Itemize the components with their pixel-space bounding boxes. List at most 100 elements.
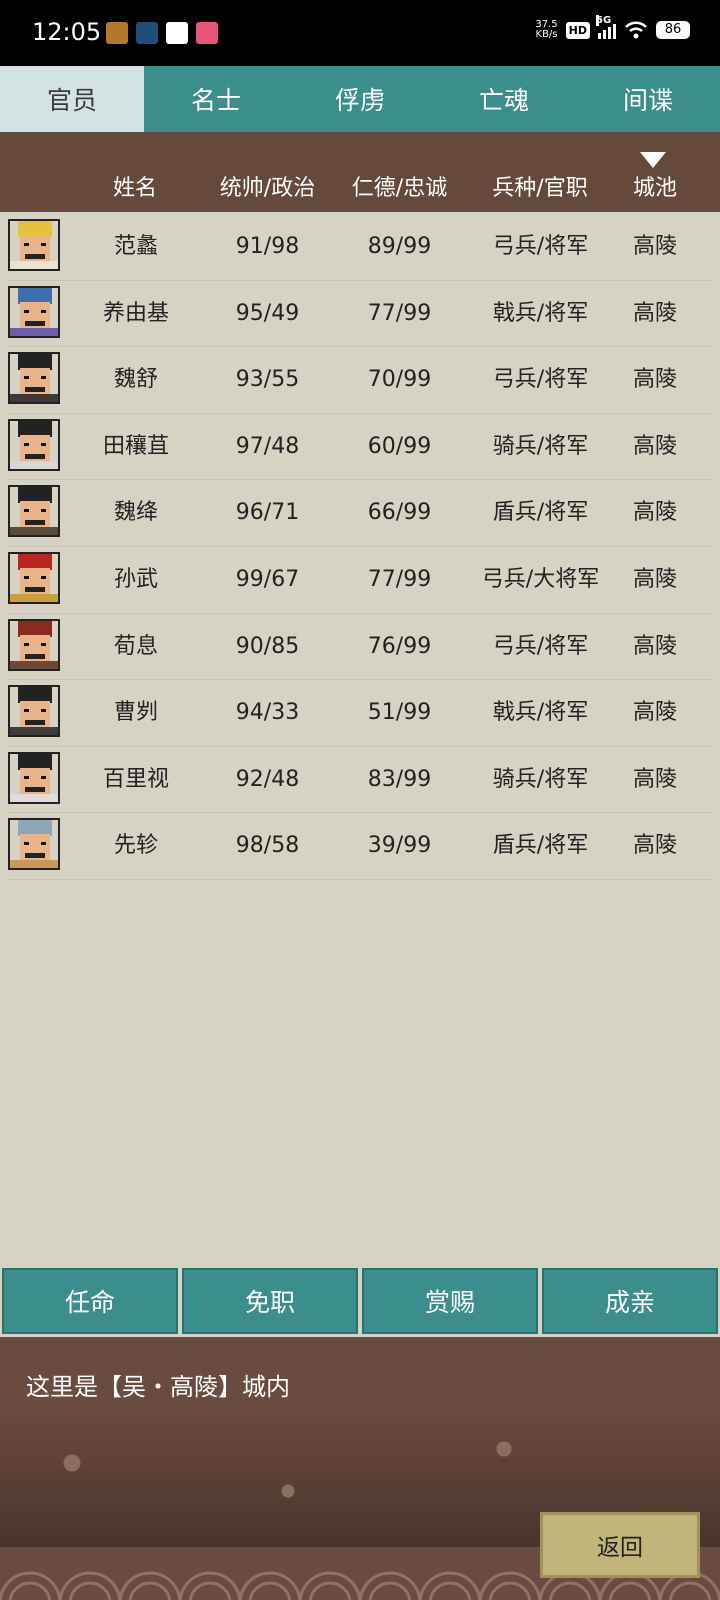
- table-header: 姓名 统帅/政治 仁德/忠诚 兵种/官职 城池: [0, 132, 720, 212]
- back-button[interactable]: 返回: [540, 1512, 700, 1578]
- portrait-eyes: [24, 775, 46, 779]
- portrait-beard: [25, 254, 45, 259]
- header-lead-pol[interactable]: 统帅/政治: [200, 170, 335, 202]
- officer-city: 高陵: [632, 566, 677, 592]
- blank-notification-icon: [166, 22, 188, 44]
- portrait-beard: [25, 720, 45, 726]
- officer-lead-pol: 92/48: [235, 766, 300, 792]
- table-row[interactable]: 先轸 98/58 39/99 盾兵/将军 高陵: [6, 813, 712, 880]
- officer-troop-rank: 骑兵/将军: [492, 433, 589, 459]
- officer-lead-pol: 97/48: [235, 433, 300, 459]
- status-time: 12:05: [32, 18, 102, 46]
- officer-name: 曹刿: [113, 700, 158, 726]
- network-speed-unit: KB/s: [535, 29, 558, 40]
- officer-troop-rank: 弓兵/将军: [492, 234, 589, 259]
- portrait-beard: [25, 320, 45, 326]
- marry-button[interactable]: 成亲: [542, 1268, 718, 1334]
- portrait-robe: [10, 660, 58, 669]
- officer-city: 高陵: [632, 766, 677, 792]
- table-row[interactable]: 魏绛 96/71 66/99 盾兵/将军 高陵: [6, 480, 712, 547]
- header-city[interactable]: 城池: [615, 170, 695, 202]
- reward-button[interactable]: 赏赐: [362, 1268, 538, 1334]
- officer-city: 高陵: [632, 367, 677, 393]
- header-virtue-loyal[interactable]: 仁德/忠诚: [332, 170, 467, 202]
- tab-prisoners[interactable]: 俘虏: [288, 66, 432, 132]
- officer-troop-rank: 戟兵/将军: [492, 700, 589, 726]
- network-type: 5G: [596, 15, 612, 26]
- officer-portrait[interactable]: [8, 485, 60, 538]
- officer-virtue-loyal: 89/99: [367, 234, 432, 259]
- portrait-beard: [25, 453, 45, 459]
- tab-scholars[interactable]: 名士: [144, 66, 288, 132]
- portrait-robe: [10, 527, 58, 536]
- table-row[interactable]: 养由基 95/49 77/99 戟兵/将军 高陵: [6, 281, 712, 348]
- table-row[interactable]: 魏舒 93/55 70/99 弓兵/将军 高陵: [6, 347, 712, 414]
- officer-portrait[interactable]: [8, 352, 60, 405]
- table-row[interactable]: 荀息 90/85 76/99 弓兵/将军 高陵: [6, 614, 712, 681]
- officer-portrait[interactable]: [8, 551, 60, 604]
- portrait-robe: [10, 261, 58, 269]
- network-speed: 37.5 KB/s: [535, 20, 557, 40]
- officer-virtue-loyal: 66/99: [367, 500, 432, 526]
- table-row[interactable]: 田穰苴 97/48 60/99 骑兵/将军 高陵: [6, 414, 712, 481]
- officer-portrait[interactable]: [8, 285, 60, 338]
- portrait-beard: [25, 653, 45, 659]
- officer-portrait[interactable]: [8, 751, 60, 804]
- portrait-eyes: [24, 442, 46, 446]
- officer-virtue-loyal: 60/99: [367, 433, 432, 459]
- officer-city: 高陵: [632, 633, 677, 659]
- portrait-robe: [10, 327, 58, 336]
- officer-portrait[interactable]: [8, 418, 60, 471]
- officer-lead-pol: 95/49: [235, 300, 300, 326]
- tab-officials[interactable]: 官员: [0, 66, 144, 132]
- officer-city: 高陵: [632, 300, 677, 326]
- officer-city: 高陵: [632, 500, 677, 526]
- officer-portrait[interactable]: [8, 618, 60, 671]
- action-bar: 任命 免职 赏赐 成亲: [0, 1268, 720, 1334]
- officer-virtue-loyal: 39/99: [367, 833, 432, 859]
- officer-list: 范蠡 91/98 89/99 弓兵/将军 高陵 养由基 95/49 77/99 …: [0, 214, 720, 880]
- header-name[interactable]: 姓名: [85, 170, 185, 202]
- officer-name: 孙武: [113, 566, 158, 592]
- sort-down-icon[interactable]: [640, 152, 666, 168]
- cellular-signal-icon: 5G: [596, 15, 616, 39]
- officer-city: 高陵: [632, 234, 677, 259]
- officer-portrait[interactable]: [8, 818, 60, 871]
- table-row[interactable]: 范蠡 91/98 89/99 弓兵/将军 高陵: [6, 214, 712, 281]
- officer-city: 高陵: [632, 433, 677, 459]
- officer-city: 高陵: [632, 700, 677, 726]
- officer-troop-rank: 戟兵/将军: [492, 300, 589, 326]
- officer-virtue-loyal: 83/99: [367, 766, 432, 792]
- portrait-eyes: [24, 309, 46, 313]
- officer-virtue-loyal: 77/99: [367, 566, 432, 592]
- portrait-beard: [25, 853, 45, 859]
- portrait-beard: [25, 520, 45, 526]
- officer-lead-pol: 90/85: [235, 633, 300, 659]
- portrait-eyes: [24, 509, 46, 513]
- table-row[interactable]: 孙武 99/67 77/99 弓兵/大将军 高陵: [6, 547, 712, 614]
- wifi-icon: [625, 21, 647, 39]
- portrait-eyes: [24, 709, 46, 713]
- game-app-notification-icon: [106, 22, 128, 44]
- officer-name: 先轸: [113, 833, 158, 859]
- officer-virtue-loyal: 77/99: [367, 300, 432, 326]
- officer-name: 魏舒: [113, 367, 158, 393]
- battery-icon: 86: [656, 21, 690, 39]
- officer-portrait[interactable]: [8, 219, 60, 271]
- officer-virtue-loyal: 51/99: [367, 700, 432, 726]
- officer-portrait[interactable]: [8, 685, 60, 738]
- table-row[interactable]: 百里视 92/48 83/99 骑兵/将军 高陵: [6, 747, 712, 814]
- officer-name: 田穰苴: [102, 433, 169, 459]
- dismiss-button[interactable]: 免职: [182, 1268, 358, 1334]
- portrait-robe: [10, 860, 58, 869]
- officer-name: 百里视: [102, 766, 169, 792]
- portrait-eyes: [24, 575, 46, 579]
- tab-spirits[interactable]: 亡魂: [432, 66, 576, 132]
- table-row[interactable]: 曹刿 94/33 51/99 戟兵/将军 高陵: [6, 680, 712, 747]
- appoint-button[interactable]: 任命: [2, 1268, 178, 1334]
- portrait-eyes: [24, 842, 46, 846]
- tab-spies[interactable]: 间谍: [576, 66, 720, 132]
- officer-name: 范蠡: [113, 234, 158, 259]
- header-troop-rank[interactable]: 兵种/官职: [470, 170, 610, 202]
- officer-lead-pol: 96/71: [235, 500, 300, 526]
